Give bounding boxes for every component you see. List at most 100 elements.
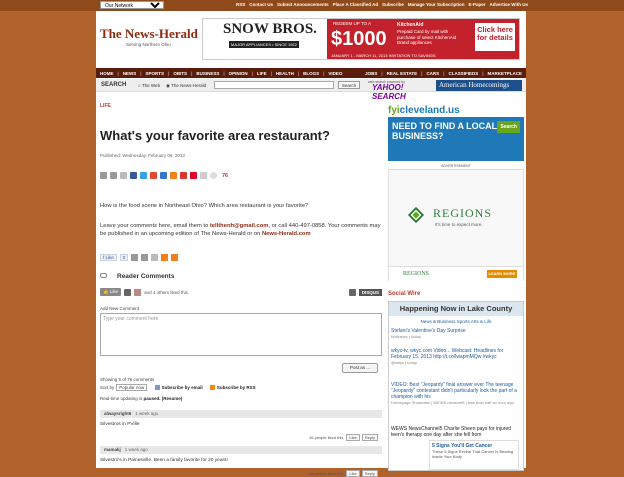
digg-icon[interactable] bbox=[160, 172, 167, 179]
network-select[interactable]: Our Network bbox=[100, 1, 164, 9]
comment-count-text: Showing 5 of 76 comments bbox=[100, 377, 155, 382]
google-plus-icon[interactable] bbox=[180, 172, 187, 179]
share-icon[interactable] bbox=[170, 172, 177, 179]
nav-jobs[interactable]: JOBS bbox=[365, 71, 377, 76]
top-link-rss[interactable]: RSS bbox=[236, 2, 245, 7]
top-link-epaper[interactable]: E-Paper bbox=[469, 2, 486, 7]
comment-author[interactable]: mamakj bbox=[104, 447, 121, 452]
top-link-contact[interactable]: Contact Us bbox=[249, 2, 273, 7]
comment-textarea[interactable]: Type your comment here. bbox=[100, 313, 382, 356]
comment-time[interactable]: 1 week ago bbox=[125, 447, 148, 452]
nav-business[interactable]: BUSINESS bbox=[196, 71, 219, 76]
top-link-manage[interactable]: Manage Your Subscription bbox=[408, 2, 465, 7]
list-item[interactable]: VIDEO: Best "Jeopardy" final answer ever… bbox=[391, 382, 521, 406]
comment-author[interactable]: alwaysright6 bbox=[104, 411, 131, 416]
cancer-ad[interactable]: 5 Signs You'll Get Cancer These 5 Signs R… bbox=[429, 440, 519, 470]
stumble-icon[interactable] bbox=[150, 172, 157, 179]
ad-cta-button[interactable]: Click here for details bbox=[475, 23, 515, 51]
email-icon[interactable] bbox=[131, 254, 139, 261]
comment-like-button[interactable]: Like bbox=[346, 470, 360, 477]
subscribe-rss-link[interactable]: Subscribe by RSS bbox=[217, 385, 256, 390]
top-link-classified[interactable]: Place A Classified Ad bbox=[333, 2, 379, 7]
ad-redeem: REDEEM UP TO A bbox=[333, 21, 372, 26]
nav-life[interactable]: LIFE bbox=[257, 71, 267, 76]
regions-small-logo: REGIONS bbox=[403, 271, 430, 277]
add-comment-label: Add New Comment bbox=[100, 306, 140, 311]
search-input[interactable] bbox=[214, 81, 334, 89]
search-web-radio[interactable]: ○ The Web bbox=[138, 83, 160, 88]
search-bar: SEARCH ○ The Web ◉ The News-Herald Searc… bbox=[96, 79, 526, 101]
menu-icon[interactable] bbox=[348, 288, 356, 296]
list-item[interactable]: wkyc-tv, wkyc.com Video... Webcast: Head… bbox=[391, 348, 521, 366]
advertisement-label: ADVERTISEMENT bbox=[441, 164, 471, 168]
disqus-like-button[interactable]: 👍 Like bbox=[100, 288, 122, 296]
share-icon[interactable] bbox=[171, 254, 179, 261]
facebook-icon[interactable] bbox=[130, 172, 137, 179]
nav-classifieds[interactable]: CLASSIFIEDS bbox=[448, 71, 478, 76]
nav-sports[interactable]: SPORTS bbox=[146, 71, 165, 76]
comment-like-button[interactable]: Like bbox=[346, 434, 360, 441]
print-icon[interactable] bbox=[141, 254, 149, 261]
rss-icon[interactable] bbox=[161, 254, 169, 261]
comment-time[interactable]: 1 week ago bbox=[135, 411, 158, 416]
more-share-icon[interactable] bbox=[200, 172, 207, 179]
sort-bar: Sort by Popular now Subscribe by email Su… bbox=[100, 384, 256, 391]
dislike-icon[interactable] bbox=[124, 288, 132, 296]
american-homecomings-ad[interactable]: American Homecomings bbox=[436, 80, 522, 91]
nav-video[interactable]: VIDEO bbox=[328, 71, 342, 76]
nav-marketplace[interactable]: MARKETPLACE bbox=[488, 71, 523, 76]
twitter-icon[interactable] bbox=[140, 172, 147, 179]
subscribe-email-link[interactable]: Subscribe by email bbox=[162, 385, 203, 390]
regions-logo-icon bbox=[407, 206, 425, 224]
search-site-radio[interactable]: ◉ The News-Herald bbox=[166, 83, 206, 89]
nav-news[interactable]: NEWS bbox=[123, 71, 137, 76]
fyi-message: NEED TO FIND A LOCAL BUSINESS? Search bbox=[388, 117, 524, 161]
nav-health[interactable]: HEALTH bbox=[276, 71, 294, 76]
resume-link[interactable]: . (Resume) bbox=[159, 396, 182, 401]
font-size-icon[interactable] bbox=[120, 172, 127, 179]
nav-obits[interactable]: OBITS bbox=[173, 71, 187, 76]
facebook-like-button[interactable]: f Like bbox=[100, 254, 117, 261]
nav-opinion[interactable]: OPINION bbox=[229, 71, 248, 76]
ad-brand-sub: MAJOR APPLIANCES • SINCE 1922 bbox=[229, 41, 299, 48]
list-item[interactable]: WEWS NewsChannel5 Charlie Sheen pays for… bbox=[391, 426, 521, 438]
nav-home[interactable]: HOME bbox=[100, 71, 114, 76]
section-label[interactable]: LIFE bbox=[100, 103, 111, 109]
comment-reply-button[interactable]: Reply bbox=[361, 434, 378, 441]
nav-real-estate[interactable]: REAL ESTATE bbox=[387, 71, 418, 76]
ad-brand: SNOW BROS. bbox=[223, 21, 317, 37]
email-icon[interactable] bbox=[100, 172, 107, 179]
list-item[interactable]: Stefani's Valentine's Day Surprise foxtln… bbox=[391, 328, 521, 340]
post-as-button[interactable]: Post as ... bbox=[342, 363, 378, 373]
regions-ad[interactable]: REGIONS It's time to expect more. REGION… bbox=[388, 169, 524, 281]
print-icon[interactable] bbox=[110, 172, 117, 179]
yahoo-search-logo: web search powered by YAHOO! SEARCH bbox=[368, 80, 406, 101]
comment-header: alwaysright6 1 week ago bbox=[100, 410, 382, 418]
article-paragraph-2: Leave your comments here, email them to … bbox=[100, 223, 381, 237]
nav-cars[interactable]: CARS bbox=[426, 71, 439, 76]
search-button[interactable]: Search bbox=[338, 81, 360, 89]
comment-header: mamakj 1 week ago bbox=[100, 446, 382, 454]
disqus-logo[interactable]: DISQUS bbox=[358, 288, 382, 296]
top-link-announcements[interactable]: Submit Announcements bbox=[277, 2, 329, 7]
regions-learn-more-button[interactable]: LEARN MORE bbox=[487, 270, 517, 278]
ad-kitchen-brand: KitchenAid bbox=[397, 22, 424, 28]
fyi-search-button[interactable]: Search bbox=[497, 121, 520, 133]
site-link[interactable]: News-Herald.com bbox=[262, 231, 311, 237]
nav-blogs[interactable]: BLOGS bbox=[303, 71, 319, 76]
article-like-bar: f Like 0 bbox=[100, 254, 179, 261]
pinterest-icon[interactable] bbox=[190, 172, 197, 179]
site-logo[interactable]: The News-Herald bbox=[100, 26, 198, 42]
ad-banner[interactable]: SNOW BROS. MAJOR APPLIANCES • SINCE 1922… bbox=[202, 18, 520, 60]
fyi-cleveland-ad[interactable]: fyicleveland.us NEED TO FIND A LOCAL BUS… bbox=[388, 105, 524, 161]
email-link[interactable]: tellthenh@gmail.com bbox=[210, 223, 268, 229]
top-link-subscribe[interactable]: Subscribe bbox=[382, 2, 404, 7]
social-wire-tabs[interactable]: News & Business Sports Arts & Life bbox=[389, 319, 523, 324]
ad-snow-bros: SNOW BROS. MAJOR APPLIANCES • SINCE 1922 bbox=[203, 19, 327, 59]
comment-count-icon[interactable] bbox=[210, 172, 217, 179]
font-size-icon[interactable] bbox=[151, 254, 159, 261]
comment-reply-button[interactable]: Reply bbox=[361, 470, 378, 477]
article-title: What's your favorite area restaurant? bbox=[100, 128, 330, 143]
top-link-advertise[interactable]: Advertise With Us bbox=[490, 2, 528, 7]
sort-select[interactable]: Popular now bbox=[116, 384, 148, 391]
